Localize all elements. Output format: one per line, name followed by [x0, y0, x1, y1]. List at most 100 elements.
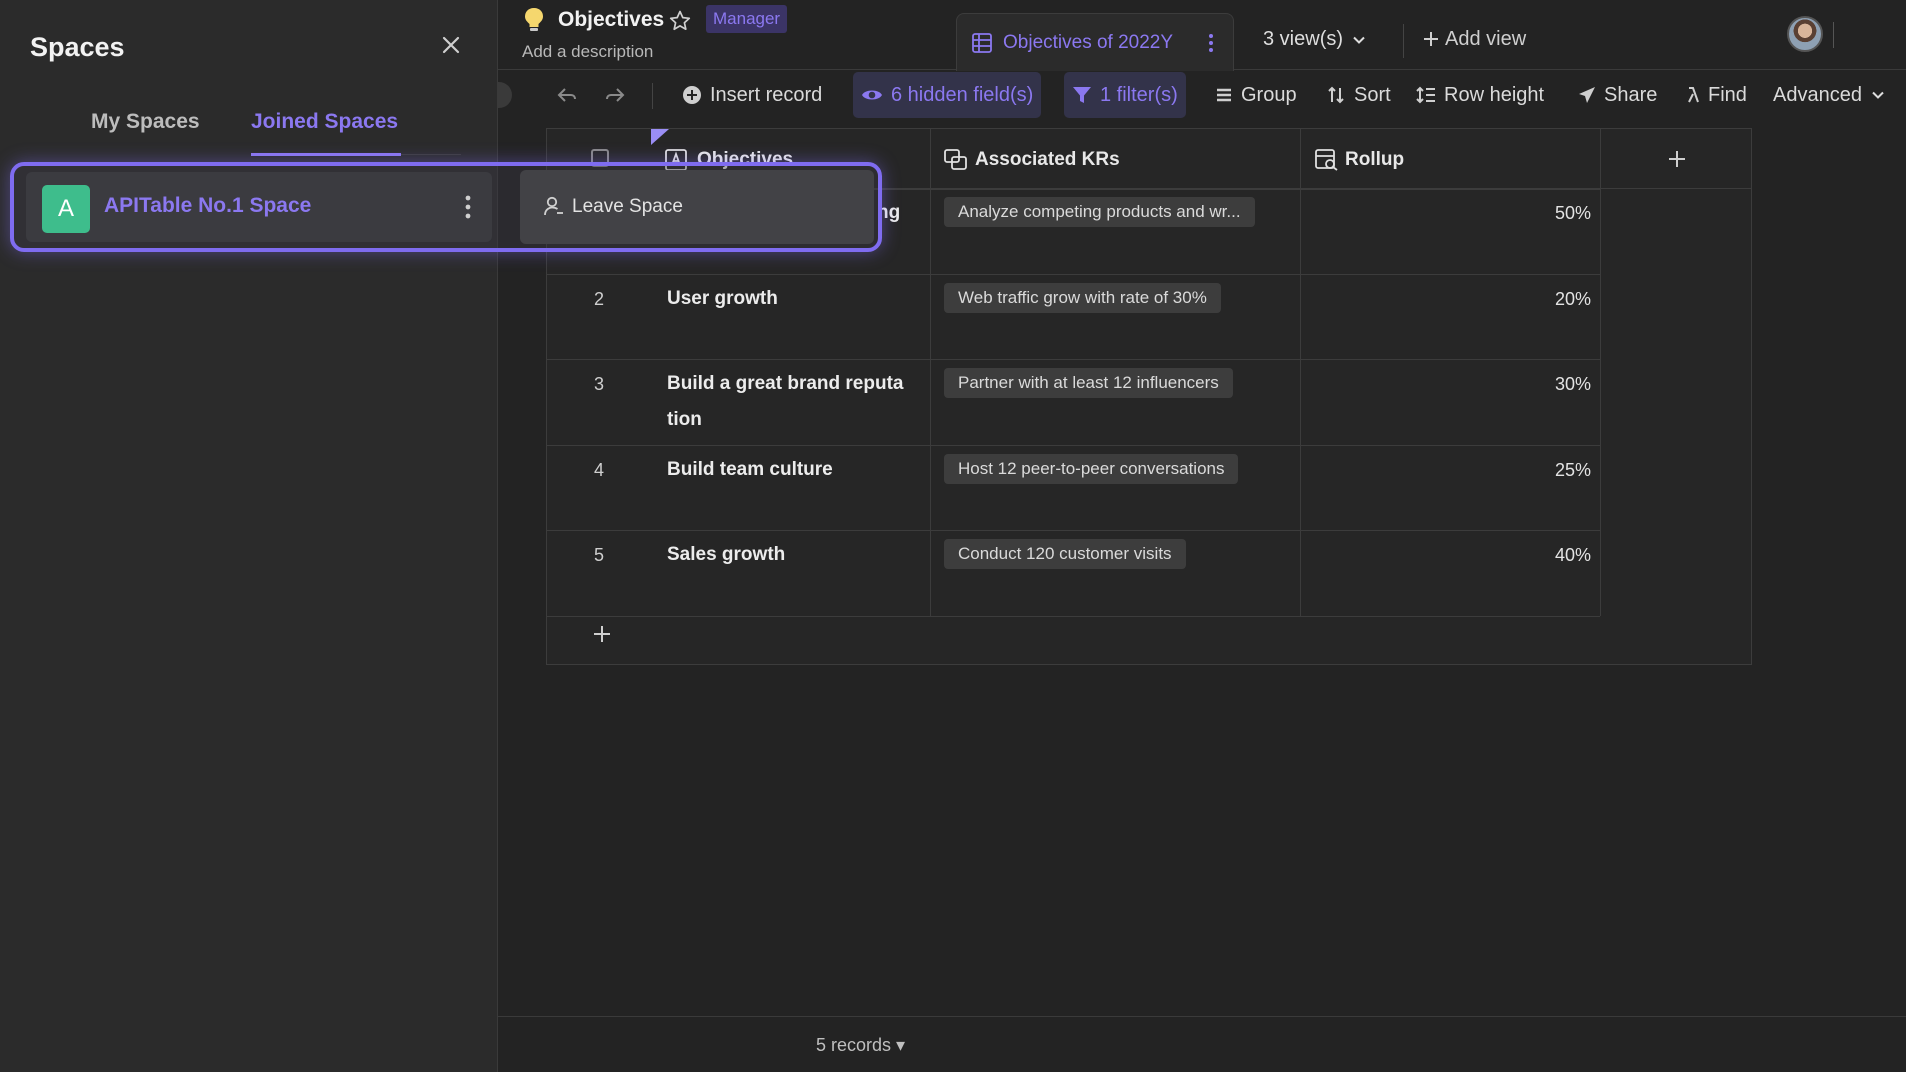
- row-height-label: Row height: [1444, 83, 1545, 106]
- hidden-fields-label: 6 hidden field(s): [891, 83, 1034, 106]
- row-number: 3: [593, 374, 604, 394]
- row-number: 4: [593, 460, 604, 480]
- advanced-label: Advanced: [1773, 83, 1862, 106]
- eye-icon: [862, 90, 882, 100]
- kr-chip[interactable]: Host 12 peer-to-peer conversations: [944, 454, 1239, 484]
- tab-my-spaces[interactable]: My Spaces: [91, 110, 200, 134]
- view-tab-active[interactable]: Objectives of 2022Y: [956, 13, 1234, 71]
- filter-icon: [1073, 87, 1091, 103]
- kr-chip[interactable]: Analyze competing products and wr...: [944, 197, 1255, 227]
- views-dropdown[interactable]: 3 view(s): [1263, 28, 1367, 51]
- records-count[interactable]: 5 records ▾: [816, 1035, 905, 1056]
- plus-icon: [1424, 32, 1438, 46]
- insert-record-label: Insert record: [710, 83, 823, 106]
- more-vertical-icon[interactable]: [462, 193, 474, 221]
- leave-space-label: Leave Space: [572, 196, 683, 217]
- column-pointer-icon: [651, 129, 669, 145]
- share-label: Share: [1604, 83, 1658, 106]
- undo-icon: [557, 88, 576, 102]
- datasheet-header: Objectives Manager Add a description Obj…: [498, 0, 1906, 71]
- link-field-icon: [944, 149, 967, 170]
- lightbulb-icon: [525, 8, 543, 31]
- group-label: Group: [1241, 83, 1297, 106]
- more-vertical-icon[interactable]: [1207, 32, 1215, 54]
- row-number: 5: [593, 545, 604, 565]
- role-badge: Manager: [706, 5, 788, 33]
- space-item[interactable]: A APITable No.1 Space: [26, 172, 492, 242]
- divider: [547, 616, 1600, 617]
- space-avatar: A: [42, 185, 90, 233]
- add-column-icon[interactable]: [1667, 149, 1687, 169]
- divider: [652, 83, 653, 109]
- divider: [547, 274, 1600, 275]
- kr-chip[interactable]: Conduct 120 customer visits: [944, 539, 1186, 569]
- kr-chip[interactable]: Partner with at least 12 influencers: [944, 368, 1233, 398]
- rollup-cell[interactable]: 20%: [1307, 289, 1591, 310]
- rollup-cell[interactable]: 40%: [1307, 545, 1591, 566]
- kr-chip[interactable]: Web traffic grow with rate of 30%: [944, 283, 1221, 313]
- objective-cell[interactable]: ng: [877, 195, 937, 231]
- objective-cell[interactable]: Build a great brand reputa tion: [667, 366, 919, 438]
- grid-view-icon: [972, 33, 992, 53]
- divider: [1403, 24, 1404, 58]
- filter-label: 1 filter(s): [1100, 83, 1178, 106]
- plus-circle-icon: [683, 86, 701, 104]
- space-name: APITable No.1 Space: [104, 194, 312, 217]
- spaces-panel: Spaces My Spaces Joined Spaces: [0, 0, 498, 1072]
- datasheet-title[interactable]: Objectives: [558, 8, 664, 32]
- tab-divider: [401, 154, 461, 155]
- search-icon: [1688, 87, 1699, 103]
- chevron-down-icon: [1353, 36, 1365, 44]
- redo-icon: [606, 88, 625, 102]
- add-view-button[interactable]: Add view: [1423, 28, 1526, 51]
- user-leave-icon: [544, 196, 563, 216]
- column-header-rollup[interactable]: Rollup: [1345, 149, 1404, 171]
- close-icon[interactable]: [436, 30, 466, 60]
- objective-cell[interactable]: Build team culture: [667, 452, 917, 488]
- leave-space-menu-item[interactable]: Leave Space: [520, 170, 874, 244]
- sort-button[interactable]: Sort: [1318, 72, 1399, 118]
- rollup-cell[interactable]: 50%: [1307, 203, 1591, 224]
- divider: [1833, 22, 1834, 48]
- star-icon[interactable]: [668, 9, 692, 33]
- add-row-icon[interactable]: [593, 625, 611, 643]
- divider: [547, 530, 1600, 531]
- hidden-fields-button[interactable]: 6 hidden field(s): [853, 72, 1042, 118]
- advanced-button[interactable]: Advanced: [1765, 72, 1894, 118]
- rollup-cell[interactable]: 25%: [1307, 460, 1591, 481]
- insert-record-button[interactable]: Insert record: [674, 72, 830, 118]
- row-height-icon: [1416, 86, 1435, 104]
- divider: [1600, 129, 1601, 616]
- sort-icon: [1328, 86, 1344, 104]
- views-count-label: 3 view(s): [1263, 28, 1344, 50]
- group-button[interactable]: Group: [1207, 72, 1305, 118]
- column-header-associated-krs[interactable]: Associated KRs: [975, 149, 1120, 171]
- active-tab-indicator: [251, 153, 401, 156]
- divider: [547, 359, 1600, 360]
- find-label: Find: [1708, 83, 1747, 106]
- find-button[interactable]: Find: [1678, 72, 1755, 118]
- add-view-label: Add view: [1445, 28, 1527, 50]
- divider: [547, 445, 1600, 446]
- group-icon: [1217, 88, 1231, 102]
- share-button[interactable]: Share: [1570, 72, 1665, 118]
- divider: [1300, 129, 1301, 616]
- redo-button[interactable]: [596, 72, 634, 118]
- undo-button[interactable]: [548, 72, 586, 118]
- user-avatar[interactable]: [1787, 16, 1823, 52]
- objective-cell[interactable]: User growth: [667, 281, 917, 317]
- send-icon: [1579, 87, 1595, 103]
- divider: [1600, 129, 1601, 189]
- toolbar: Insert record 6 hidden field(s) 1 filter…: [498, 72, 1906, 128]
- filter-button[interactable]: 1 filter(s): [1064, 72, 1186, 118]
- chevron-down-icon: [1872, 91, 1884, 99]
- rollup-cell[interactable]: 30%: [1307, 374, 1591, 395]
- objective-cell[interactable]: Sales growth: [667, 537, 917, 573]
- rollup-field-icon: [1315, 149, 1338, 171]
- tab-joined-spaces[interactable]: Joined Spaces: [251, 110, 398, 134]
- sidebar-toggle-handle[interactable]: [498, 82, 512, 108]
- description-field[interactable]: Add a description: [522, 42, 653, 62]
- status-bar: 5 records ▾: [498, 1016, 1906, 1072]
- row-height-button[interactable]: Row height: [1408, 72, 1552, 118]
- space-highlight: A APITable No.1 Space Leave Space: [10, 162, 882, 252]
